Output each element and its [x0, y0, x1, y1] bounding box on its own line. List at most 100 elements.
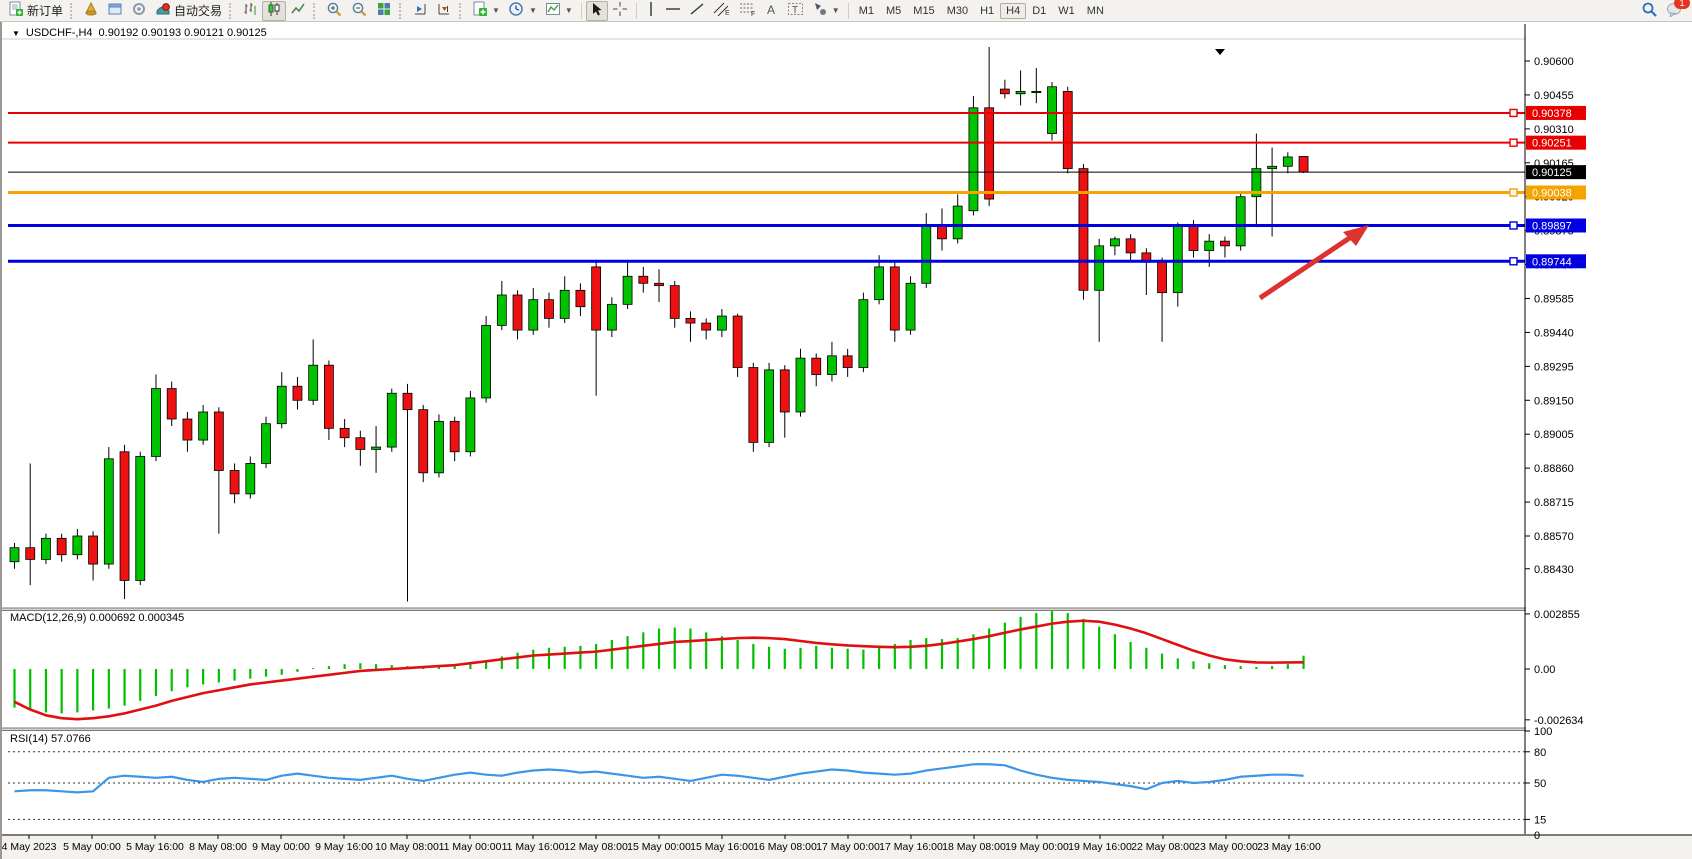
price-badge-label: 0.89897: [1532, 220, 1572, 232]
candle-body: [104, 459, 113, 564]
candle-body: [1173, 225, 1182, 293]
periods-button[interactable]: ▼: [504, 1, 541, 21]
indicators-button[interactable]: ▼: [541, 1, 577, 21]
level-handle[interactable]: [1510, 139, 1517, 146]
candle-body: [1032, 91, 1041, 92]
rsi-tick-label: 80: [1534, 747, 1546, 759]
level-handle[interactable]: [1510, 189, 1517, 196]
tf-m1-button[interactable]: M1: [853, 3, 880, 19]
cursor-button[interactable]: [586, 1, 608, 21]
chevron-down-icon: ▼: [529, 6, 537, 15]
candle-body: [1299, 156, 1308, 172]
chevron-down-icon: ▼: [565, 6, 573, 15]
tf-w1-button[interactable]: W1: [1052, 3, 1081, 19]
time-tick-label: 19 May 00:00: [1005, 841, 1069, 853]
tf-d1-button[interactable]: D1: [1026, 3, 1052, 19]
chevron-down-icon: ▼: [832, 6, 840, 15]
collapse-triangle-icon[interactable]: ▼: [12, 29, 20, 38]
toolbar-grip: [399, 3, 405, 19]
tf-h4-button[interactable]: H4: [1000, 3, 1026, 19]
time-tick-label: 12 May 08:00: [564, 841, 628, 853]
candle-body: [324, 365, 333, 428]
time-tick-label: 19 May 16:00: [1068, 841, 1132, 853]
svg-text:E: E: [725, 10, 730, 17]
toolbar-separator: [848, 3, 849, 19]
line-chart-button[interactable]: [286, 1, 310, 21]
candle-body: [450, 421, 459, 451]
price-badge-label: 0.89744: [1532, 256, 1572, 268]
crosshair-button[interactable]: [608, 1, 632, 21]
chart-shift-button[interactable]: [408, 1, 432, 21]
horizontal-line-button[interactable]: [661, 1, 685, 21]
zoom-out-button[interactable]: [347, 1, 372, 21]
autotrading-button[interactable]: 自动交易: [151, 1, 226, 21]
level-handle[interactable]: [1510, 109, 1517, 116]
chart-shift-icon: [412, 1, 428, 20]
candle-body: [340, 428, 349, 437]
macd-indicator-label: MACD(12,26,9) 0.000692 0.000345: [10, 612, 184, 624]
trendline-icon: [689, 1, 705, 20]
tile-windows-button[interactable]: [372, 1, 396, 21]
candle-body: [497, 295, 506, 325]
candle-body: [1205, 241, 1214, 250]
auto-scroll-button[interactable]: [432, 1, 456, 21]
label-button[interactable]: T: [783, 1, 808, 21]
candle-body: [151, 389, 160, 457]
zoom-in-icon: [326, 1, 343, 21]
styler-button[interactable]: [79, 1, 103, 21]
open-window-icon: [107, 1, 123, 20]
text-button[interactable]: A: [761, 1, 783, 21]
candle-body: [623, 276, 632, 304]
fibonacci-button[interactable]: F: [735, 1, 761, 21]
auto-scroll-icon: [436, 1, 452, 20]
candle-body: [639, 276, 648, 283]
shapes-icon: [812, 1, 828, 20]
new-order-button[interactable]: 新订单: [4, 1, 67, 21]
tf-mn-button[interactable]: MN: [1081, 3, 1110, 19]
time-tick-label: 5 May 00:00: [63, 841, 121, 853]
tf-h1-button[interactable]: H1: [974, 3, 1000, 19]
tf-m30-button[interactable]: M30: [941, 3, 974, 19]
chart-canvas[interactable]: 0.906000.904550.903100.901650.900200.898…: [2, 22, 1692, 859]
open-window-button[interactable]: [103, 1, 127, 21]
chat-button[interactable]: 1: [1666, 1, 1684, 20]
level-handle[interactable]: [1510, 258, 1517, 265]
price-badge-label: 0.90038: [1532, 188, 1572, 200]
candle-body: [922, 225, 931, 283]
candle-body: [1079, 169, 1088, 291]
candle-body: [1063, 91, 1072, 168]
candle-body: [1048, 87, 1057, 134]
toolbar: 新订单 自动交易: [0, 0, 1692, 22]
candle-body: [26, 548, 35, 560]
label-icon: T: [787, 1, 804, 20]
zoom-in-button[interactable]: [322, 1, 347, 21]
bar-chart-button[interactable]: [238, 1, 262, 21]
candle-body: [89, 536, 98, 564]
tf-m5-button[interactable]: M5: [880, 3, 907, 19]
time-tick-label: 5 May 16:00: [126, 841, 184, 853]
text-icon: A: [765, 2, 779, 20]
candle-body: [183, 419, 192, 440]
tf-m15-button[interactable]: M15: [907, 3, 940, 19]
time-tick-label: 8 May 08:00: [189, 841, 247, 853]
search-icon[interactable]: [1641, 1, 1658, 21]
styler-icon: [83, 1, 99, 20]
candle-body: [655, 283, 664, 285]
new-chart-button[interactable]: ▼: [468, 1, 504, 21]
level-handle[interactable]: [1510, 222, 1517, 229]
tile-windows-icon: [376, 1, 392, 20]
candle-body: [466, 398, 475, 452]
candle-body: [356, 438, 365, 450]
chart-ohlc-values: 0.90192 0.90193 0.90121 0.90125: [99, 27, 267, 39]
candle-body: [136, 456, 145, 580]
candlestick-chart-icon: [266, 1, 282, 20]
trendline-button[interactable]: [685, 1, 709, 21]
price-tick-label: 0.89005: [1534, 429, 1574, 441]
channel-button[interactable]: E: [709, 1, 735, 21]
refresh-button[interactable]: [127, 1, 151, 21]
new-order-label: 新订单: [27, 2, 63, 19]
vertical-line-button[interactable]: [641, 1, 661, 21]
candlestick-chart-button[interactable]: [262, 1, 286, 21]
svg-text:T: T: [792, 5, 798, 16]
shapes-button[interactable]: ▼: [808, 1, 844, 21]
